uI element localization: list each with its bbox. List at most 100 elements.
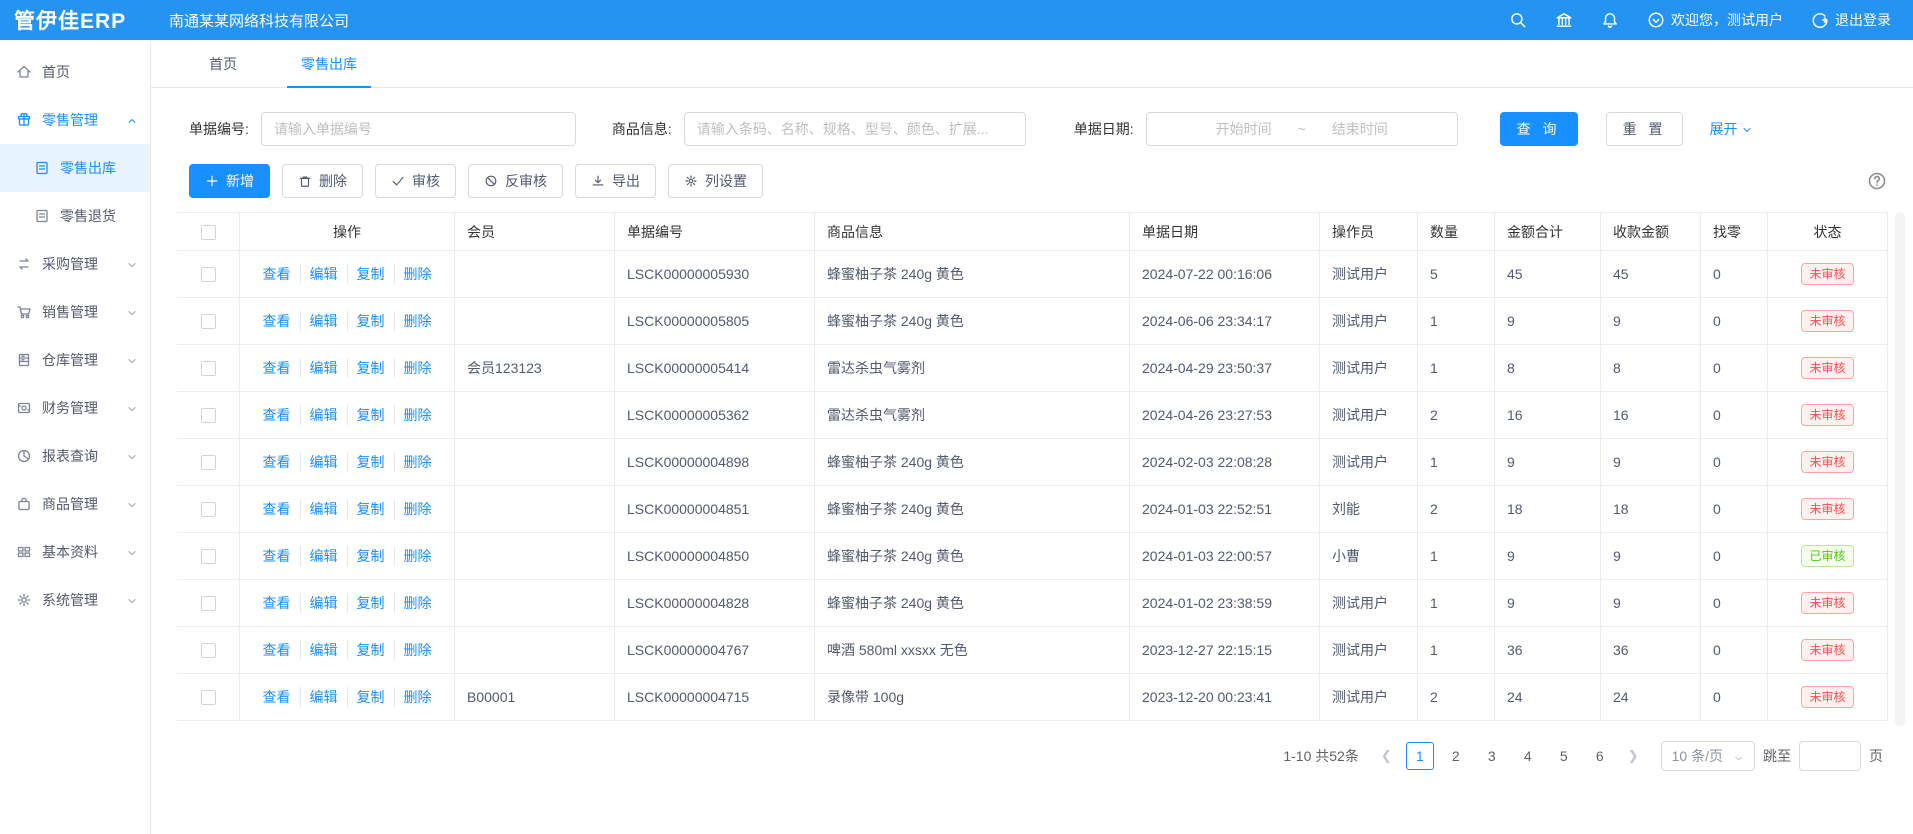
sidebar-item-home[interactable]: 首页 [0,48,150,96]
column-settings-button[interactable]: 列设置 [668,164,763,198]
edit-link[interactable]: 编辑 [300,311,347,331]
row-checkbox[interactable] [201,455,216,470]
export-button[interactable]: 导出 [575,164,656,198]
bank-icon[interactable] [1555,11,1573,29]
copy-link[interactable]: 复制 [347,546,394,566]
sidebar-item-goods-mgmt[interactable]: 商品管理 [0,480,150,528]
page-number-3[interactable]: 3 [1478,742,1506,770]
search-button[interactable]: 查 询 [1500,112,1578,146]
edit-link[interactable]: 编辑 [300,358,347,378]
sidebar-item-warehouse-mgmt[interactable]: 仓库管理 [0,336,150,384]
view-link[interactable]: 查看 [254,311,300,331]
page-number-1[interactable]: 1 [1406,742,1434,770]
sidebar-item-system-mgmt[interactable]: 系统管理 [0,576,150,624]
cell-goods: 蜂蜜柚子茶 240g 黄色 [815,439,1130,486]
date-range-picker[interactable]: 开始时间 ~ 结束时间 [1146,112,1458,146]
add-button[interactable]: 新增 [189,164,270,198]
row-checkbox[interactable] [201,502,216,517]
jump-page-input[interactable] [1799,741,1861,771]
edit-link[interactable]: 编辑 [300,264,347,284]
edit-link[interactable]: 编辑 [300,687,347,707]
bell-icon[interactable] [1601,11,1619,29]
page-number-5[interactable]: 5 [1550,742,1578,770]
row-checkbox[interactable] [201,314,216,329]
next-page-icon[interactable]: ❯ [1622,748,1645,764]
delete-link[interactable]: 删除 [394,499,441,519]
delete-link[interactable]: 删除 [394,264,441,284]
audit-button[interactable]: 审核 [375,164,456,198]
sidebar-item-sales-mgmt[interactable]: 销售管理 [0,288,150,336]
table-scrollbar[interactable] [1895,212,1905,726]
delete-link[interactable]: 删除 [394,546,441,566]
cell-goods: 蜂蜜柚子茶 240g 黄色 [815,533,1130,580]
view-link[interactable]: 查看 [254,687,300,707]
page-number-6[interactable]: 6 [1586,742,1614,770]
cell-operator: 测试用户 [1320,439,1418,486]
row-checkbox[interactable] [201,361,216,376]
copy-link[interactable]: 复制 [347,405,394,425]
page-number-2[interactable]: 2 [1442,742,1470,770]
row-checkbox[interactable] [201,549,216,564]
view-link[interactable]: 查看 [254,499,300,519]
table-header-row: 操作 会员 单据编号 商品信息 单据日期 操作员 数量 金额合计 收款金额 找零… [178,213,1888,251]
help-icon[interactable] [1867,171,1887,191]
row-checkbox[interactable] [201,408,216,423]
select-all-checkbox[interactable] [201,225,216,240]
delete-link[interactable]: 删除 [394,687,441,707]
copy-link[interactable]: 复制 [347,640,394,660]
sidebar-item-retail-return[interactable]: 零售退货 [0,192,150,240]
edit-link[interactable]: 编辑 [300,452,347,472]
search-icon[interactable] [1509,11,1527,29]
view-link[interactable]: 查看 [254,593,300,613]
row-checkbox[interactable] [201,690,216,705]
page-size-select[interactable]: 10 条/页 [1661,741,1755,771]
edit-link[interactable]: 编辑 [300,546,347,566]
sidebar-item-finance-mgmt[interactable]: 财务管理 [0,384,150,432]
edit-link[interactable]: 编辑 [300,405,347,425]
sidebar-item-purchase-mgmt[interactable]: 采购管理 [0,240,150,288]
view-link[interactable]: 查看 [254,264,300,284]
prev-page-icon[interactable]: ❮ [1375,748,1398,764]
page-number-4[interactable]: 4 [1514,742,1542,770]
copy-link[interactable]: 复制 [347,499,394,519]
sidebar-item-report-query[interactable]: 报表查询 [0,432,150,480]
edit-link[interactable]: 编辑 [300,593,347,613]
copy-link[interactable]: 复制 [347,593,394,613]
copy-link[interactable]: 复制 [347,311,394,331]
copy-link[interactable]: 复制 [347,358,394,378]
view-link[interactable]: 查看 [254,405,300,425]
edit-link[interactable]: 编辑 [300,499,347,519]
sidebar-item-retail-mgmt[interactable]: 零售管理 [0,96,150,144]
delete-link[interactable]: 删除 [394,358,441,378]
delete-link[interactable]: 删除 [394,640,441,660]
reset-button[interactable]: 重 置 [1606,112,1684,146]
row-checkbox[interactable] [201,267,216,282]
sidebar-item-basic-data[interactable]: 基本资料 [0,528,150,576]
cell-change: 0 [1701,251,1768,298]
view-link[interactable]: 查看 [254,358,300,378]
row-checkbox[interactable] [201,643,216,658]
expand-link[interactable]: 展开 [1709,119,1753,139]
view-link[interactable]: 查看 [254,546,300,566]
edit-link[interactable]: 编辑 [300,640,347,660]
delete-button[interactable]: 删除 [282,164,363,198]
bill-no-input[interactable] [261,112,576,146]
row-checkbox[interactable] [201,596,216,611]
delete-link[interactable]: 删除 [394,311,441,331]
view-link[interactable]: 查看 [254,452,300,472]
view-link[interactable]: 查看 [254,640,300,660]
copy-link[interactable]: 复制 [347,264,394,284]
unaudit-button[interactable]: 反审核 [468,164,563,198]
sidebar-item-retail-outbound[interactable]: 零售出库 [0,144,150,192]
tab-retail-outbound[interactable]: 零售出库 [295,54,363,87]
welcome-user[interactable]: 欢迎您，测试用户 [1647,10,1783,30]
goods-info-input[interactable] [684,112,1026,146]
tab-home[interactable]: 首页 [203,54,243,87]
delete-link[interactable]: 删除 [394,452,441,472]
copy-link[interactable]: 复制 [347,687,394,707]
delete-link[interactable]: 删除 [394,593,441,613]
page-unit-label: 页 [1869,746,1883,766]
delete-link[interactable]: 删除 [394,405,441,425]
logout-button[interactable]: 退出登录 [1811,10,1891,30]
copy-link[interactable]: 复制 [347,452,394,472]
